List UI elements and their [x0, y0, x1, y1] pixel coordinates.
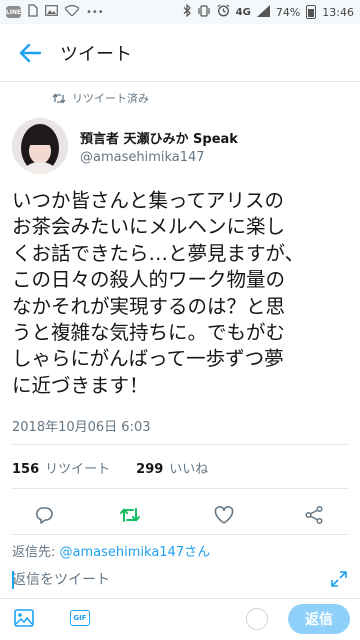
reply-icon: [35, 507, 53, 524]
tweet-text-line: この日々の殺人的ワーク物量の: [12, 268, 286, 292]
add-gif-button[interactable]: GIF: [70, 610, 90, 626]
author-handle[interactable]: @amasehimika147: [80, 150, 205, 165]
profile-photo-icon: [12, 118, 68, 174]
reply-button[interactable]: [31, 502, 57, 528]
image-icon: [45, 5, 58, 19]
signal-icon: [256, 4, 270, 20]
tweet-text-line: に近づきます！: [12, 373, 149, 397]
tweet-text-line: うと複雑な気持ちに。でもがむ: [12, 321, 286, 345]
tweet-actions: [0, 500, 360, 530]
retweeted-indicator: リツイート済み: [52, 90, 149, 106]
divider: [12, 444, 348, 445]
status-bar: LINE ••• 4G 74% 13:46: [0, 0, 360, 24]
tweet-text-line: くお話できたら…と夢見ますが、: [12, 241, 305, 265]
wifi-icon: [64, 5, 80, 19]
sim-icon: [28, 4, 38, 20]
like-button[interactable]: [211, 502, 237, 528]
page-title: ツイート: [60, 43, 132, 65]
arrow-left-icon: [19, 43, 41, 62]
retweeted-label: リツイート済み: [72, 92, 149, 105]
tweet-text-line: なかそれが実現するのは？と思: [12, 294, 286, 318]
like-icon: [214, 506, 234, 524]
reply-to-mention[interactable]: @amasehimika147さん: [60, 545, 211, 560]
back-button[interactable]: [0, 24, 60, 82]
author-name[interactable]: 預言者 天瀬ひみか Speak: [80, 128, 238, 147]
reply-to-label: 返信先:: [12, 545, 56, 560]
tweet-text-line: いつか皆さんと集ってアリスの: [12, 189, 285, 212]
expand-button[interactable]: [330, 570, 348, 592]
like-word: いいね: [169, 462, 209, 477]
divider: [12, 488, 348, 489]
vibrate-icon: [197, 4, 211, 20]
line-app-icon: LINE: [6, 6, 21, 18]
divider: [12, 534, 348, 535]
share-icon: [305, 505, 323, 525]
retweet-word: リツイート: [45, 462, 111, 477]
reply-input[interactable]: [12, 568, 312, 592]
battery-icon: [306, 5, 317, 19]
clock: 13:46: [322, 5, 354, 19]
retweet-count: 156: [12, 462, 40, 477]
image-icon: [14, 609, 34, 627]
like-stat[interactable]: 299 いいね: [136, 458, 208, 477]
bluetooth-icon: [183, 3, 191, 20]
more-dots-icon: •••: [86, 6, 104, 18]
retweet-small-icon: [52, 92, 66, 104]
app-bar: ツイート: [0, 24, 360, 82]
reply-to: 返信先: @amasehimika147さん: [12, 541, 210, 560]
tweet-text-line: しゃらにがんばって一歩ずつ夢: [12, 347, 284, 371]
avatar[interactable]: [12, 118, 68, 174]
retweet-stat[interactable]: 156 リツイート: [12, 458, 110, 477]
reply-compose: [12, 568, 348, 592]
share-button[interactable]: [301, 502, 327, 528]
retweet-icon: [120, 508, 140, 522]
tweet-text: いつか皆さんと集ってアリスの お茶会みたいにメルヘンに楽し くお話できたら…と夢…: [12, 188, 352, 399]
composer-toolbar: GIF 返信: [0, 598, 360, 640]
text-caret: [12, 571, 14, 589]
network-4g-label: 4G: [235, 6, 251, 18]
character-counter: [246, 608, 268, 630]
expand-icon: [331, 571, 347, 587]
retweet-button[interactable]: [117, 502, 143, 528]
alarm-icon: [217, 4, 230, 20]
like-count: 299: [136, 462, 164, 477]
tweet-text-line: お茶会みたいにメルヘンに楽し: [12, 215, 286, 239]
battery-percent: 74%: [275, 5, 301, 19]
add-photo-button[interactable]: [14, 609, 34, 631]
reply-submit-button[interactable]: 返信: [288, 604, 350, 634]
gif-icon: GIF: [70, 610, 90, 626]
tweet-timestamp: 2018年10月06日 6:03: [12, 420, 151, 435]
tweet-stats: 156 リツイート 299 いいね: [12, 458, 208, 477]
